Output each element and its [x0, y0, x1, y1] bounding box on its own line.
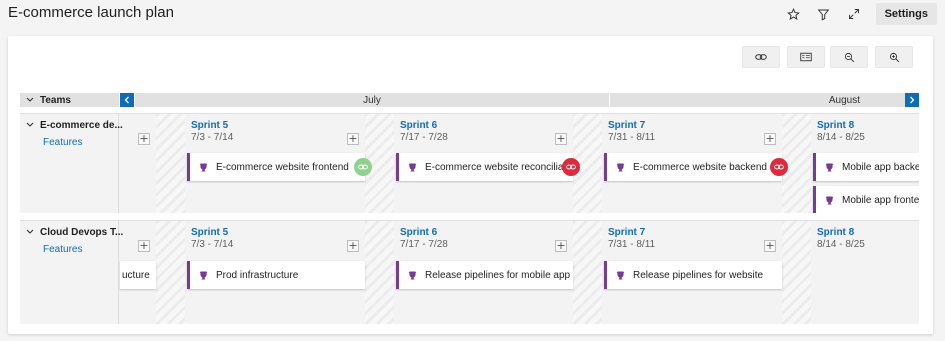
feature-card[interactable]: E-commerce website frontend	[187, 153, 365, 181]
chevron-down-icon	[26, 227, 34, 238]
sprint-dates: 7/31 - 8/11	[608, 239, 656, 250]
sprint-dates: 7/3 - 7/14	[191, 132, 234, 143]
top-actions: Settings	[782, 3, 937, 25]
feature-title: Mobile app backend	[842, 161, 919, 173]
chevron-right-icon	[910, 96, 915, 104]
sprint-dates: 7/3 - 7/14	[191, 239, 234, 250]
feature-card[interactable]: Mobile app frontend	[813, 186, 919, 213]
dependencies-button[interactable]	[742, 46, 780, 68]
plan-card: Teams July August E-commerce de... Featu…	[8, 36, 933, 334]
month-july: July	[135, 93, 609, 107]
feature-card[interactable]: Release pipelines for website	[604, 261, 782, 289]
team-name-label: Cloud Devops T...	[40, 227, 124, 238]
team-name[interactable]: Cloud Devops T...	[26, 227, 123, 238]
page-title: E-commerce launch plan	[8, 4, 174, 21]
sprint-dates: 7/17 - 7/28	[400, 132, 448, 143]
feature-card[interactable]: E-commerce website backend	[604, 153, 782, 181]
sprint-name[interactable]: Sprint 6	[400, 227, 437, 238]
trophy-icon	[199, 271, 208, 279]
sprint-name[interactable]: Sprint 5	[191, 120, 228, 131]
gap-stripe	[782, 221, 811, 324]
team-row: Cloud Devops T... Features + ucture Spri…	[20, 220, 919, 324]
backlog-link[interactable]: Features	[43, 244, 112, 255]
add-item-button[interactable]: +	[555, 240, 567, 252]
sprint-name[interactable]: Sprint 8	[817, 227, 854, 238]
add-item-button[interactable]: +	[764, 133, 776, 145]
dependency-ok-icon[interactable]	[354, 158, 372, 176]
add-item-button[interactable]: +	[347, 133, 359, 145]
card-fields-button[interactable]	[787, 46, 825, 68]
dependency-error-icon[interactable]	[562, 158, 580, 176]
team-name-label: E-commerce de...	[40, 120, 123, 131]
timeline-forward-button[interactable]	[905, 93, 919, 107]
trophy-icon	[408, 271, 417, 279]
trophy-icon	[616, 271, 625, 279]
card-fields-icon	[800, 52, 812, 62]
chevron-down-icon	[26, 95, 34, 106]
feature-title: Release pipelines for mobile app	[425, 269, 571, 281]
sprint-dates: 7/17 - 7/28	[400, 239, 448, 250]
gap-stripe	[156, 221, 185, 324]
feature-title: ucture	[122, 269, 150, 281]
gap-stripe	[365, 221, 394, 324]
trophy-icon	[825, 163, 834, 171]
favorite-star-icon[interactable]	[782, 3, 806, 25]
trophy-icon	[825, 196, 834, 204]
team-cell: E-commerce de... Features	[20, 114, 123, 213]
gap-stripe	[573, 221, 602, 324]
feature-card[interactable]: E-commerce website reconciliation...	[396, 153, 573, 181]
zoom-in-button[interactable]	[875, 46, 913, 68]
sprint-dates: 8/14 - 8/25	[817, 239, 865, 250]
sprint-name[interactable]: Sprint 8	[817, 120, 854, 131]
team-row: E-commerce de... Features + Sprint 5 7/3…	[20, 113, 919, 213]
team-cell: Cloud Devops T... Features	[20, 221, 123, 324]
sprint-name[interactable]: Sprint 7	[608, 227, 645, 238]
zoom-out-icon	[844, 52, 854, 62]
feature-card[interactable]: Mobile app backend	[813, 153, 919, 181]
trophy-icon	[199, 163, 208, 171]
dependency-error-icon[interactable]	[770, 158, 788, 176]
add-item-button[interactable]: +	[764, 240, 776, 252]
chevron-left-icon	[124, 96, 129, 104]
add-item-button[interactable]: +	[138, 240, 150, 252]
sprint-name[interactable]: Sprint 5	[191, 227, 228, 238]
teams-header[interactable]: Teams	[20, 93, 119, 107]
add-item-button[interactable]: +	[347, 240, 359, 252]
settings-button[interactable]: Settings	[875, 3, 937, 25]
feature-title: Mobile app frontend	[842, 194, 919, 206]
feature-title: Release pipelines for website	[633, 269, 764, 281]
feature-title: E-commerce website backend	[633, 161, 767, 173]
feature-card[interactable]: Prod infrastructure	[187, 261, 365, 289]
filter-icon[interactable]	[812, 3, 836, 25]
add-item-button[interactable]: +	[555, 133, 567, 145]
backlog-link[interactable]: Features	[43, 137, 112, 148]
gap-stripe	[156, 114, 185, 213]
sprint-dates: 8/14 - 8/25	[817, 132, 865, 143]
chevron-down-icon	[26, 120, 34, 131]
sprint-column: Sprint 8 8/14 - 8/25	[811, 221, 919, 324]
team-name[interactable]: E-commerce de...	[26, 120, 123, 131]
feature-title: E-commerce website reconciliation...	[425, 161, 573, 173]
trophy-icon	[408, 163, 417, 171]
link-icon	[755, 54, 767, 60]
teams-label: Teams	[40, 94, 71, 106]
sprint-name[interactable]: Sprint 6	[400, 120, 437, 131]
feature-card[interactable]: ucture	[120, 261, 156, 289]
trophy-icon	[616, 163, 625, 171]
timeline-back-button[interactable]	[120, 93, 134, 107]
sprint-dates: 7/31 - 8/11	[608, 132, 656, 143]
month-august: August	[610, 93, 905, 107]
add-item-button[interactable]: +	[138, 133, 150, 145]
zoom-in-icon	[889, 52, 899, 62]
feature-card[interactable]: Release pipelines for mobile app	[396, 261, 573, 289]
fullscreen-expand-icon[interactable]	[842, 3, 866, 25]
feature-title: Prod infrastructure	[216, 269, 299, 281]
sprint-name[interactable]: Sprint 7	[608, 120, 645, 131]
zoom-out-button[interactable]	[830, 46, 868, 68]
feature-title: E-commerce website frontend	[216, 161, 349, 173]
